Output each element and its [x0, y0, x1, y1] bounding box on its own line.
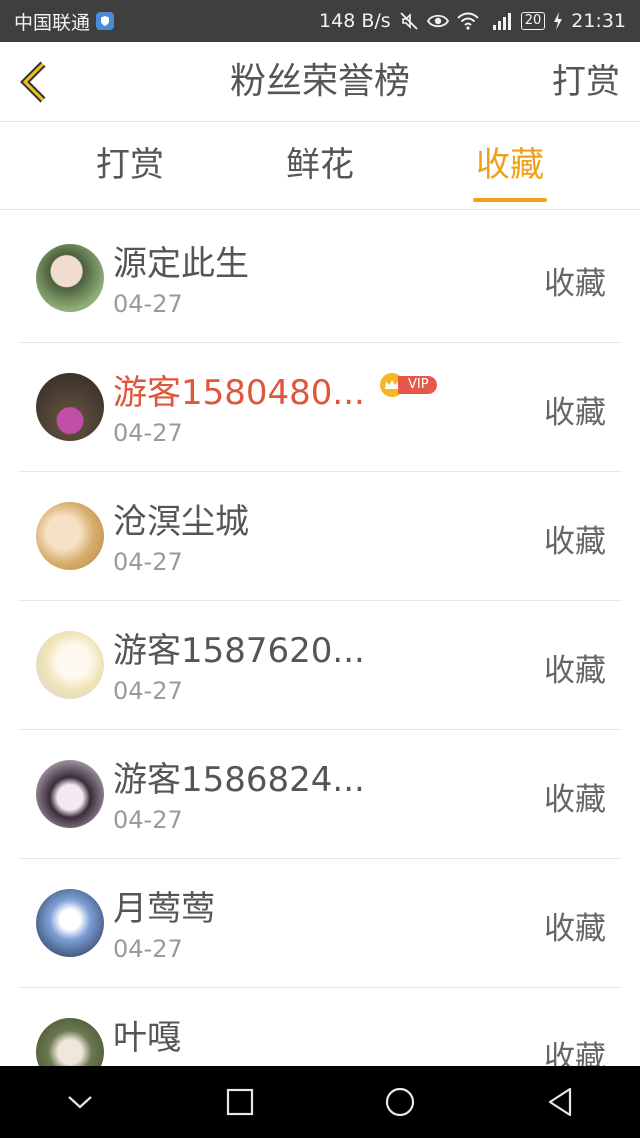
date-label: 04-27 — [113, 806, 183, 834]
tab-label: 鲜花 — [286, 145, 354, 185]
charging-icon — [553, 12, 563, 30]
date-label: 04-27 — [113, 290, 183, 318]
date-label: 04-27 — [113, 677, 183, 705]
user-name: 游客1586824... — [113, 760, 365, 800]
tab-label: 打赏 — [96, 145, 164, 185]
avatar — [36, 373, 104, 441]
carrier-label: 中国联通 — [14, 11, 91, 34]
status-left: 中国联通 — [14, 8, 115, 35]
user-name: 叶嘎 — [113, 1018, 181, 1058]
list-item[interactable]: 游客1587620... 04-27 收藏 — [18, 601, 622, 730]
list-item[interactable]: 源定此生 04-27 收藏 — [18, 214, 622, 343]
avatar — [36, 760, 104, 828]
circle-icon — [385, 1087, 415, 1117]
battery-level: 20 — [520, 12, 546, 30]
clock: 21:31 — [571, 10, 626, 32]
eye-icon — [426, 12, 449, 30]
recent-apps-button[interactable] — [210, 1072, 270, 1132]
action-label: 收藏 — [544, 395, 606, 431]
date-label: 04-27 — [113, 419, 183, 447]
avatar — [36, 631, 104, 699]
action-label: 收藏 — [544, 653, 606, 689]
reward-button[interactable]: 打赏 — [552, 42, 620, 122]
shield-icon — [96, 12, 115, 30]
triangle-back-icon — [548, 1087, 572, 1117]
list-item[interactable]: 叶嘎 04-27 收藏 — [18, 988, 622, 1066]
user-name: 游客1580480... — [113, 373, 365, 413]
action-label: 收藏 — [544, 782, 606, 818]
user-name: 源定此生 — [113, 244, 249, 284]
list-item[interactable]: 游客1586824... 04-27 收藏 — [18, 730, 622, 859]
vip-label: VIP — [398, 376, 437, 394]
back-nav-button[interactable] — [530, 1072, 590, 1132]
avatar — [36, 1018, 104, 1066]
list-item[interactable]: 游客1580480... VIP 04-27 收藏 — [18, 343, 622, 472]
date-label: 04-27 — [113, 935, 183, 963]
chevron-down-icon — [68, 1096, 92, 1109]
tab-label: 收藏 — [476, 145, 544, 185]
active-tab-indicator — [473, 198, 547, 202]
tab-flowers[interactable]: 鲜花 — [250, 122, 390, 208]
page-title: 粉丝荣誉榜 — [229, 61, 410, 102]
avatar — [36, 502, 104, 570]
mute-icon — [399, 11, 419, 31]
square-icon — [226, 1088, 254, 1116]
status-right: 148 B/s 20 21:31 — [319, 10, 626, 32]
action-label: 收藏 — [544, 911, 606, 947]
system-nav-bar — [0, 1066, 640, 1138]
status-bar: 中国联通 148 B/s 20 21:31 — [0, 0, 640, 42]
avatar — [36, 244, 104, 312]
action-label: 收藏 — [544, 524, 606, 560]
list-item[interactable]: 沧溟尘城 04-27 收藏 — [18, 472, 622, 601]
fan-list[interactable]: 源定此生 04-27 收藏 游客1580480... VIP 04-27 收藏 … — [0, 214, 640, 1066]
action-label: 收藏 — [544, 1040, 606, 1066]
user-name: 沧溟尘城 — [113, 502, 249, 542]
network-speed: 148 B/s — [319, 10, 391, 32]
app-header: 粉丝荣誉榜 打赏 — [0, 42, 640, 122]
user-name: 游客1587620... — [113, 631, 365, 671]
hide-keyboard-button[interactable] — [50, 1072, 110, 1132]
date-label: 04-27 — [113, 548, 183, 576]
vip-badge: VIP — [380, 373, 437, 397]
home-button[interactable] — [370, 1072, 430, 1132]
avatar — [36, 889, 104, 957]
action-label: 收藏 — [544, 266, 606, 302]
back-button[interactable] — [12, 58, 56, 106]
tab-reward[interactable]: 打赏 — [60, 122, 200, 208]
tab-favorites[interactable]: 收藏 — [440, 122, 580, 208]
wifi-icon — [456, 12, 479, 30]
list-item[interactable]: 月莺莺 04-27 收藏 — [18, 859, 622, 988]
signal-icon — [487, 11, 513, 31]
chevron-left-icon — [20, 61, 46, 103]
user-name: 月莺莺 — [113, 889, 215, 929]
tab-bar: 打赏 鲜花 收藏 — [0, 122, 640, 210]
